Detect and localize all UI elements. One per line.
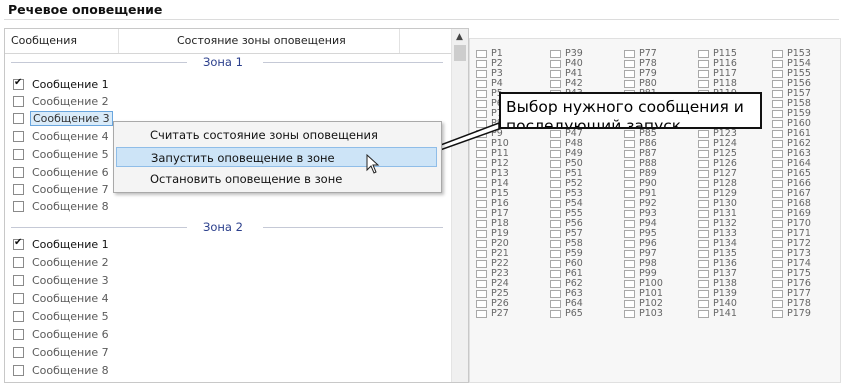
mouse-pointer-icon — [366, 154, 380, 174]
callout-text-line1: Выбор нужного сообщения и — [506, 98, 744, 116]
instruction-callout: Выбор нужного сообщения и последующий за… — [499, 92, 762, 129]
callout-text-line2: последующий запуск — [506, 117, 682, 129]
context-menu[interactable]: Считать состояние зоны оповещения Запуст… — [113, 121, 442, 193]
menu-item-read-zone-state[interactable]: Считать состояние зоны оповещения — [116, 125, 437, 145]
menu-item-start-alert[interactable]: Запустить оповещение в зоне — [116, 147, 437, 167]
menu-item-stop-alert[interactable]: Остановить оповещение в зоне — [116, 169, 437, 189]
